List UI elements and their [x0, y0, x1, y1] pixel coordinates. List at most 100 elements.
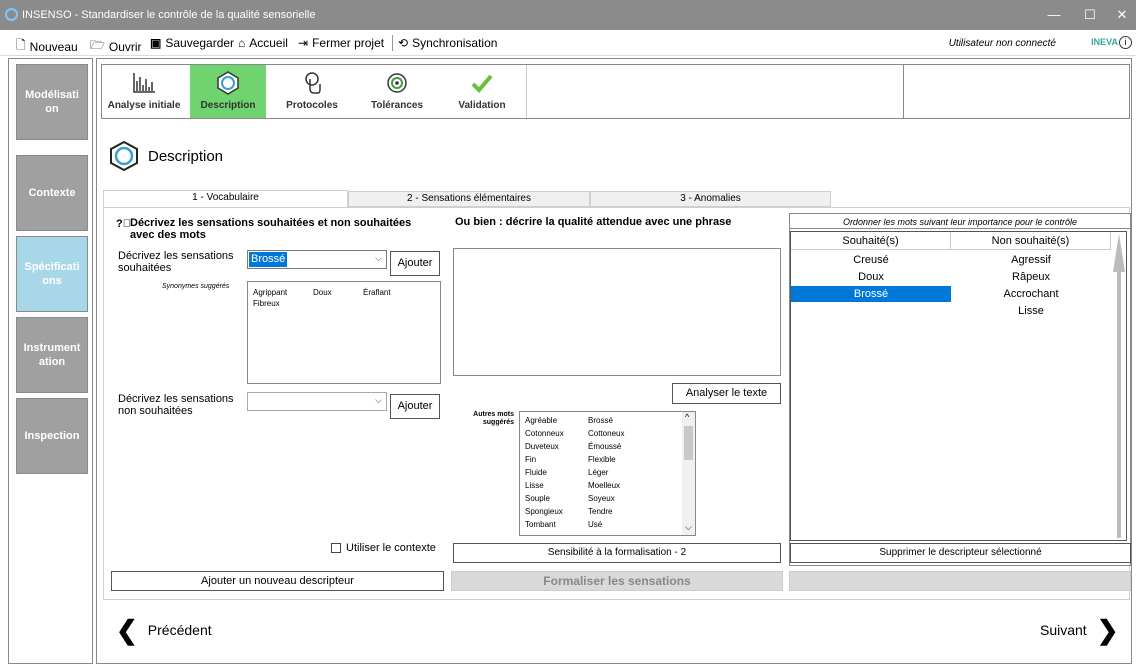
undesired-cell[interactable]: Accrochant [951, 286, 1111, 302]
scrollbar[interactable]: ^ ⌵ [682, 412, 695, 535]
add-label: Ajouter [397, 400, 433, 412]
menu-sync[interactable]: ⟲ Synchronisation [398, 36, 497, 50]
menu-new[interactable]: 🗋 Nouveau [16, 36, 78, 57]
toolbar-divider [903, 65, 904, 118]
other-word[interactable]: Tombant [525, 520, 556, 529]
menu-close-project[interactable]: ⇥ Fermer projet [298, 36, 384, 50]
add-descriptor-button[interactable]: Ajouter un nouveau descripteur [111, 571, 444, 591]
other-word[interactable]: Soyeux [588, 494, 615, 503]
other-word[interactable]: Cotonneux [525, 429, 564, 438]
user-status: Utilisateur non connecté [948, 38, 1056, 49]
other-word[interactable]: Émoussé [588, 442, 621, 451]
add-undesired-button[interactable]: Ajouter [390, 394, 440, 419]
other-word[interactable]: Fin [525, 455, 536, 464]
tab-vocabulaire[interactable]: 1 - Vocabulaire [103, 190, 348, 208]
delete-descriptor-button[interactable]: Supprimer le descripteur sélectionné [790, 543, 1131, 563]
add-descriptor-label: Ajouter un nouveau descripteur [201, 575, 354, 587]
undesired-cell[interactable]: Agressif [951, 252, 1111, 268]
sidebar-item-contexte[interactable]: Contexte [16, 155, 88, 231]
disabled-action-button[interactable] [789, 571, 1131, 591]
toolbar-divider [526, 65, 527, 118]
help-icon[interactable]: ?⃝ [116, 218, 131, 230]
other-word[interactable]: Léger [588, 468, 608, 477]
delete-label: Supprimer le descripteur sélectionné [879, 547, 1042, 558]
scroll-thumb[interactable] [684, 426, 693, 460]
other-word[interactable]: Flexible [588, 455, 616, 464]
other-word[interactable]: Fluide [525, 468, 547, 477]
chevron-down-icon: ⌵ [375, 395, 382, 405]
other-word[interactable]: Agréable [525, 416, 557, 425]
column-header-undesired[interactable]: Non souhaité(s) [951, 232, 1111, 250]
sidebar-item-instrumentation[interactable]: Instrument ation [16, 317, 88, 393]
exit-icon: ⇥ [298, 36, 309, 50]
chevron-down-icon: ⌵ [375, 253, 382, 263]
undesired-label: Décrivez les sensations non souhaitées [118, 393, 234, 417]
minimize-button[interactable]: — [1044, 6, 1064, 24]
tool-analyse-initiale[interactable]: Analyse initiale [104, 65, 184, 118]
desired-combo[interactable]: Brossé ⌵ [247, 250, 387, 269]
other-word[interactable]: Lisse [525, 481, 544, 490]
tool-protocoles[interactable]: Protocoles [272, 65, 352, 118]
chevron-right-icon: ❯ [1096, 615, 1119, 645]
check-icon [471, 74, 493, 93]
next-button[interactable]: Suivant ❯ [1040, 615, 1119, 645]
tab-sensations[interactable]: 2 - Sensations élémentaires [348, 191, 590, 207]
tool-tolerances[interactable]: Tolérances [357, 65, 437, 118]
sidebar-item-specifications[interactable]: Spécificati ons [16, 236, 88, 312]
formalize-label: Formaliser les sensations [543, 574, 691, 588]
desired-cell-selected[interactable]: Brossé [791, 286, 951, 302]
scroll-down-icon[interactable]: ⌵ [685, 522, 692, 533]
undesired-combo[interactable]: ⌵ [247, 392, 387, 411]
menu-open[interactable]: 🗁 Ouvrir [90, 36, 142, 57]
other-word[interactable]: Brossé [588, 416, 613, 425]
sidebar-item-inspection[interactable]: Inspection [16, 398, 88, 474]
synonym-word[interactable]: Éraflant [363, 288, 391, 297]
synonym-word[interactable]: Fibreux [253, 299, 280, 308]
tab-anomalies[interactable]: 3 - Anomalies [590, 191, 831, 207]
synonym-word[interactable]: Doux [313, 288, 332, 297]
tool-label: Description [200, 100, 256, 111]
tool-description[interactable]: Description [190, 65, 266, 118]
page-title: Description [108, 140, 223, 172]
sensitivity-button[interactable]: Sensibilité à la formalisation - 2 [453, 543, 781, 563]
undesired-cell[interactable]: Râpeux [951, 269, 1111, 285]
other-word[interactable]: Usé [588, 520, 602, 529]
sidebar-item-label: Instrument ation [23, 342, 81, 368]
other-word[interactable]: Cottoneux [588, 429, 624, 438]
reorder-arrow-icon[interactable] [1112, 232, 1126, 540]
use-context-checkbox[interactable] [331, 543, 341, 553]
desired-cell[interactable]: Doux [791, 269, 951, 285]
other-word[interactable]: Moelleux [588, 481, 620, 490]
other-word[interactable]: Souple [525, 494, 550, 503]
desired-label: Décrivez les sensations souhaitées [118, 250, 234, 274]
maximize-button[interactable]: ☐ [1080, 6, 1100, 24]
undesired-cell[interactable]: Lisse [951, 303, 1111, 319]
other-word[interactable]: Tendre [588, 507, 612, 516]
menu-home[interactable]: ⌂ Accueil [238, 36, 288, 50]
step-toolbar: Analyse initiale Description Protocoles … [101, 64, 1130, 119]
other-words-label: Autres mots suggérés [473, 411, 514, 426]
other-word[interactable]: Duveteux [525, 442, 559, 451]
prev-button[interactable]: ❮ Précédent [116, 617, 212, 643]
next-label: Suivant [1040, 622, 1087, 638]
menu-save[interactable]: ▣ Sauvegarder [150, 36, 234, 50]
close-button[interactable]: ✕ [1112, 6, 1132, 24]
sensitivity-label: Sensibilité à la formalisation - 2 [547, 547, 687, 558]
desired-cell[interactable]: Creusé [791, 252, 951, 268]
brand-logo: INEVA [1091, 37, 1118, 47]
phrase-heading: Ou bien : décrire la qualité attendue av… [455, 216, 732, 228]
other-word[interactable]: Spongieux [525, 507, 563, 516]
tool-validation[interactable]: Validation [447, 65, 517, 118]
tool-label: Protocoles [286, 100, 338, 111]
column-header-desired[interactable]: Souhaité(s) [791, 232, 951, 250]
info-icon[interactable]: i [1119, 36, 1132, 49]
sidebar-item-modelisation[interactable]: Modélisati on [16, 64, 88, 140]
phrase-textarea[interactable] [453, 248, 781, 376]
scroll-up-icon[interactable]: ^ [685, 412, 689, 422]
add-desired-button[interactable]: Ajouter [390, 251, 440, 276]
formalize-button[interactable]: Formaliser les sensations [451, 571, 783, 591]
analyze-label: Analyser le texte [685, 387, 768, 399]
synonym-word[interactable]: Agrippant [253, 288, 287, 297]
analyze-text-button[interactable]: Analyser le texte [672, 383, 781, 404]
analysis-icon [133, 73, 155, 93]
